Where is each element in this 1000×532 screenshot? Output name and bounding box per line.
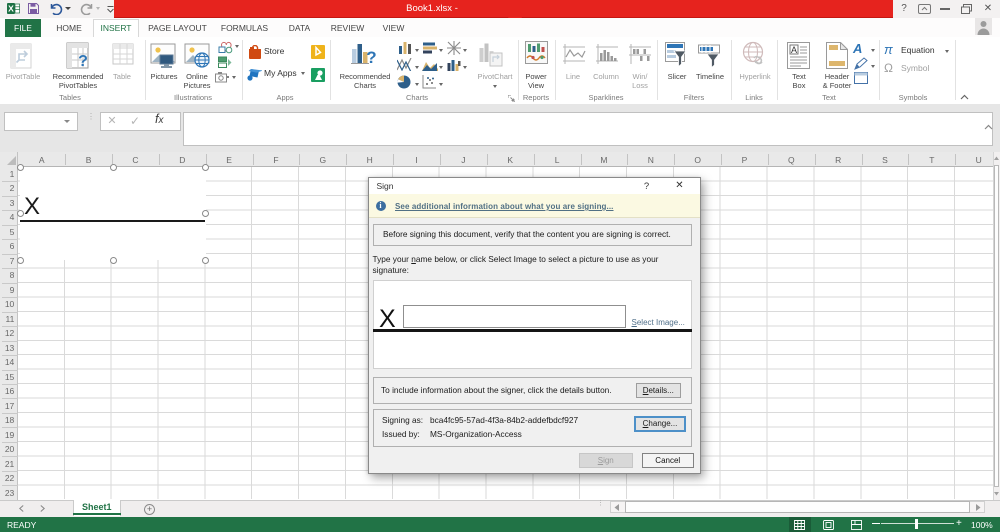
svg-text:A: A	[791, 45, 797, 55]
svg-text:?: ?	[366, 48, 376, 67]
svg-text:?: ?	[78, 53, 88, 70]
svg-text:X: X	[8, 4, 14, 14]
